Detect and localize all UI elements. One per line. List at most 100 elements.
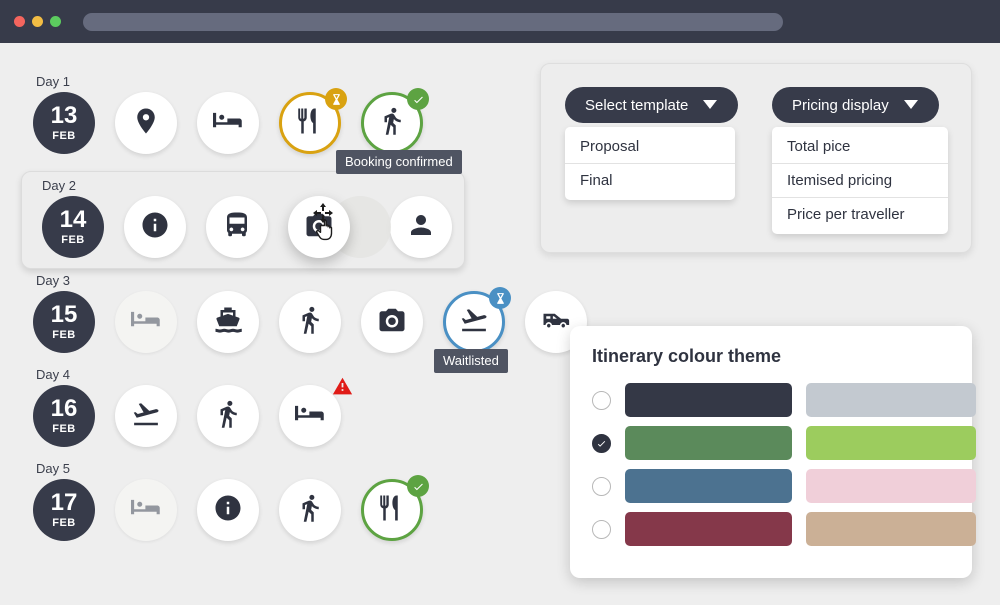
date-bubble: 15 FEB [33,291,95,353]
walking-tour-icon [295,305,325,340]
theme-swatch-secondary[interactable] [806,512,976,546]
theme-radio[interactable] [592,476,611,496]
day-items: 13 FEB [33,88,429,154]
menu-item-price-per-traveller[interactable]: Price per traveller [772,197,948,231]
theme-option-row[interactable] [592,512,976,546]
day-row-5: Day 5 17 FEB [33,461,429,541]
day-row-3: Day 3 15 FEB [33,273,587,353]
select-template-button[interactable]: Select template [565,87,739,123]
status-badge-waitlisted [489,287,511,309]
theme-swatch-secondary[interactable] [806,383,976,417]
activity-walking-tour[interactable] [279,479,341,541]
date-day: 15 [50,301,78,328]
activity-camera[interactable] [288,196,350,258]
status-badge-pending [325,88,347,110]
close-window-icon[interactable] [14,16,25,27]
status-badge-confirmed [407,88,429,110]
date-month: FEB [52,130,76,142]
address-bar-input[interactable] [83,12,783,31]
date-month: FEB [52,329,76,341]
date-bubble: 17 FEB [33,479,95,541]
ferry-boat-icon [213,305,243,340]
restaurant-cutlery-icon [377,493,407,528]
pricing-dropdown-menu: Total pice Itemised pricing Price per tr… [772,127,948,234]
day-items: 17 FEB [33,475,429,541]
activity-flight[interactable] [115,385,177,447]
flight-departure-icon [459,305,489,340]
activity-hotel[interactable] [115,291,177,353]
theme-radio[interactable] [592,390,611,410]
day-items: 15 FEB [33,287,587,353]
theme-swatch-primary[interactable] [625,512,792,546]
activity-ferry[interactable] [197,291,259,353]
day-items: 16 FEB [33,377,352,447]
template-dropdown-menu: Proposal Final [565,127,735,200]
menu-item-itemised-pricing[interactable]: Itemised pricing [772,163,948,197]
date-day: 13 [50,102,78,129]
tooltip-booking-confirmed: Booking confirmed [336,150,462,174]
activity-hotel[interactable] [197,92,259,154]
activity-hotel[interactable] [279,377,352,447]
activity-camera[interactable] [361,291,423,353]
activity-hotel[interactable] [115,479,177,541]
activity-walking-tour[interactable] [279,291,341,353]
hotel-bed-icon [131,493,161,528]
menu-item-total-price[interactable]: Total pice [772,130,948,163]
theme-option-row[interactable] [592,469,976,503]
theme-swatch-primary[interactable] [625,426,792,460]
maximize-window-icon[interactable] [50,16,61,27]
theme-option-row[interactable] [592,383,976,417]
day-row-2[interactable]: Day 2 14 FEB [21,171,465,269]
day-row-4: Day 4 16 FEB [33,367,352,447]
day-label: Day 1 [36,74,70,89]
walking-tour-icon [377,106,407,141]
camera-sightseeing-icon [377,305,407,340]
status-badge-warning [331,375,353,397]
theme-radio-selected[interactable] [592,433,611,453]
date-month: FEB [52,517,76,529]
theme-option-row[interactable] [592,426,976,460]
activity-bus[interactable] [206,196,268,258]
date-bubble: 13 FEB [33,92,95,154]
activity-flight[interactable] [443,287,511,353]
hotel-bed-icon [213,106,243,141]
pricing-display-label: Pricing display [792,96,889,114]
theme-swatch-primary[interactable] [625,469,792,503]
day-row-1: Day 1 13 FEB [33,74,429,154]
activity-walking-tour[interactable] [361,88,429,154]
itinerary-canvas: Day 1 13 FEB Booking confirmed Day 2 14 … [0,43,1000,605]
pricing-display-button[interactable]: Pricing display [772,87,939,123]
theme-radio[interactable] [592,519,611,539]
activity-walking-tour[interactable] [197,385,259,447]
activity-guide[interactable] [390,196,452,258]
walking-tour-icon [213,399,243,434]
activity-information[interactable] [124,196,186,258]
minimize-window-icon[interactable] [32,16,43,27]
van-transfer-icon [541,305,571,340]
information-icon [140,210,170,245]
activity-location-pin[interactable] [115,92,177,154]
activity-restaurant[interactable] [279,88,347,154]
theme-swatch-primary[interactable] [625,383,792,417]
chevron-down-icon [702,97,718,114]
select-template-label: Select template [585,96,689,114]
tooltip-waitlisted: Waitlisted [434,349,508,373]
restaurant-cutlery-icon [295,106,325,141]
date-day: 17 [50,489,78,516]
day-label: Day 5 [36,461,70,476]
location-pin-icon [131,106,161,141]
menu-item-final[interactable]: Final [565,163,735,197]
activity-information[interactable] [197,479,259,541]
date-month: FEB [61,234,85,246]
flight-departure-icon [131,399,161,434]
check-icon [597,440,606,447]
date-day: 16 [50,395,78,422]
controls-panel: Select template Proposal Final Pricing d… [540,63,972,253]
pricing-dropdown-group: Pricing display Total pice Itemised pric… [772,87,948,234]
theme-swatch-secondary[interactable] [806,469,976,503]
theme-swatch-secondary[interactable] [806,426,976,460]
status-badge-confirmed [407,475,429,497]
window-traffic-lights [14,16,61,27]
activity-restaurant[interactable] [361,475,429,541]
menu-item-proposal[interactable]: Proposal [565,130,735,163]
